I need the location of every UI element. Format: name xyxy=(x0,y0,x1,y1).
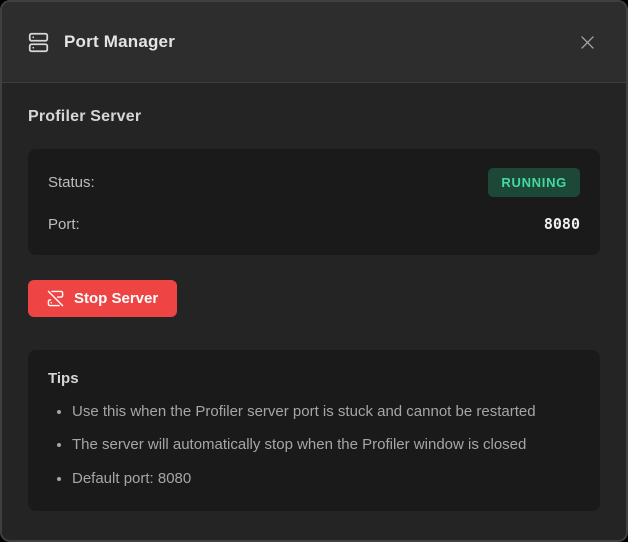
tip-item: The server will automatically stop when … xyxy=(72,435,580,455)
tips-panel: Tips Use this when the Profiler server p… xyxy=(28,350,600,511)
port-value: 8080 xyxy=(544,212,580,236)
tips-heading: Tips xyxy=(48,370,580,387)
window-title: Port Manager xyxy=(64,32,175,52)
status-panel: Status: RUNNING Port: 8080 xyxy=(28,149,600,255)
section-heading: Profiler Server xyxy=(28,108,600,126)
port-manager-dialog: Port Manager Profiler Server Status: RUN… xyxy=(0,0,628,542)
server-off-icon xyxy=(47,290,64,307)
titlebar: Port Manager xyxy=(2,2,626,83)
status-badge: RUNNING xyxy=(488,168,580,197)
stop-server-button[interactable]: Stop Server xyxy=(28,280,177,317)
status-row: Status: RUNNING xyxy=(48,168,580,197)
stop-server-label: Stop Server xyxy=(74,290,158,307)
close-icon[interactable] xyxy=(574,29,600,55)
status-label: Status: xyxy=(48,174,95,191)
tip-item: Use this when the Profiler server port i… xyxy=(72,402,580,422)
tip-item: Default port: 8080 xyxy=(72,469,580,489)
tips-list: Use this when the Profiler server port i… xyxy=(48,402,580,489)
port-row: Port: 8080 xyxy=(48,212,580,236)
dialog-body: Profiler Server Status: RUNNING Port: 80… xyxy=(2,83,626,540)
server-icon xyxy=(28,32,49,53)
port-label: Port: xyxy=(48,216,80,233)
